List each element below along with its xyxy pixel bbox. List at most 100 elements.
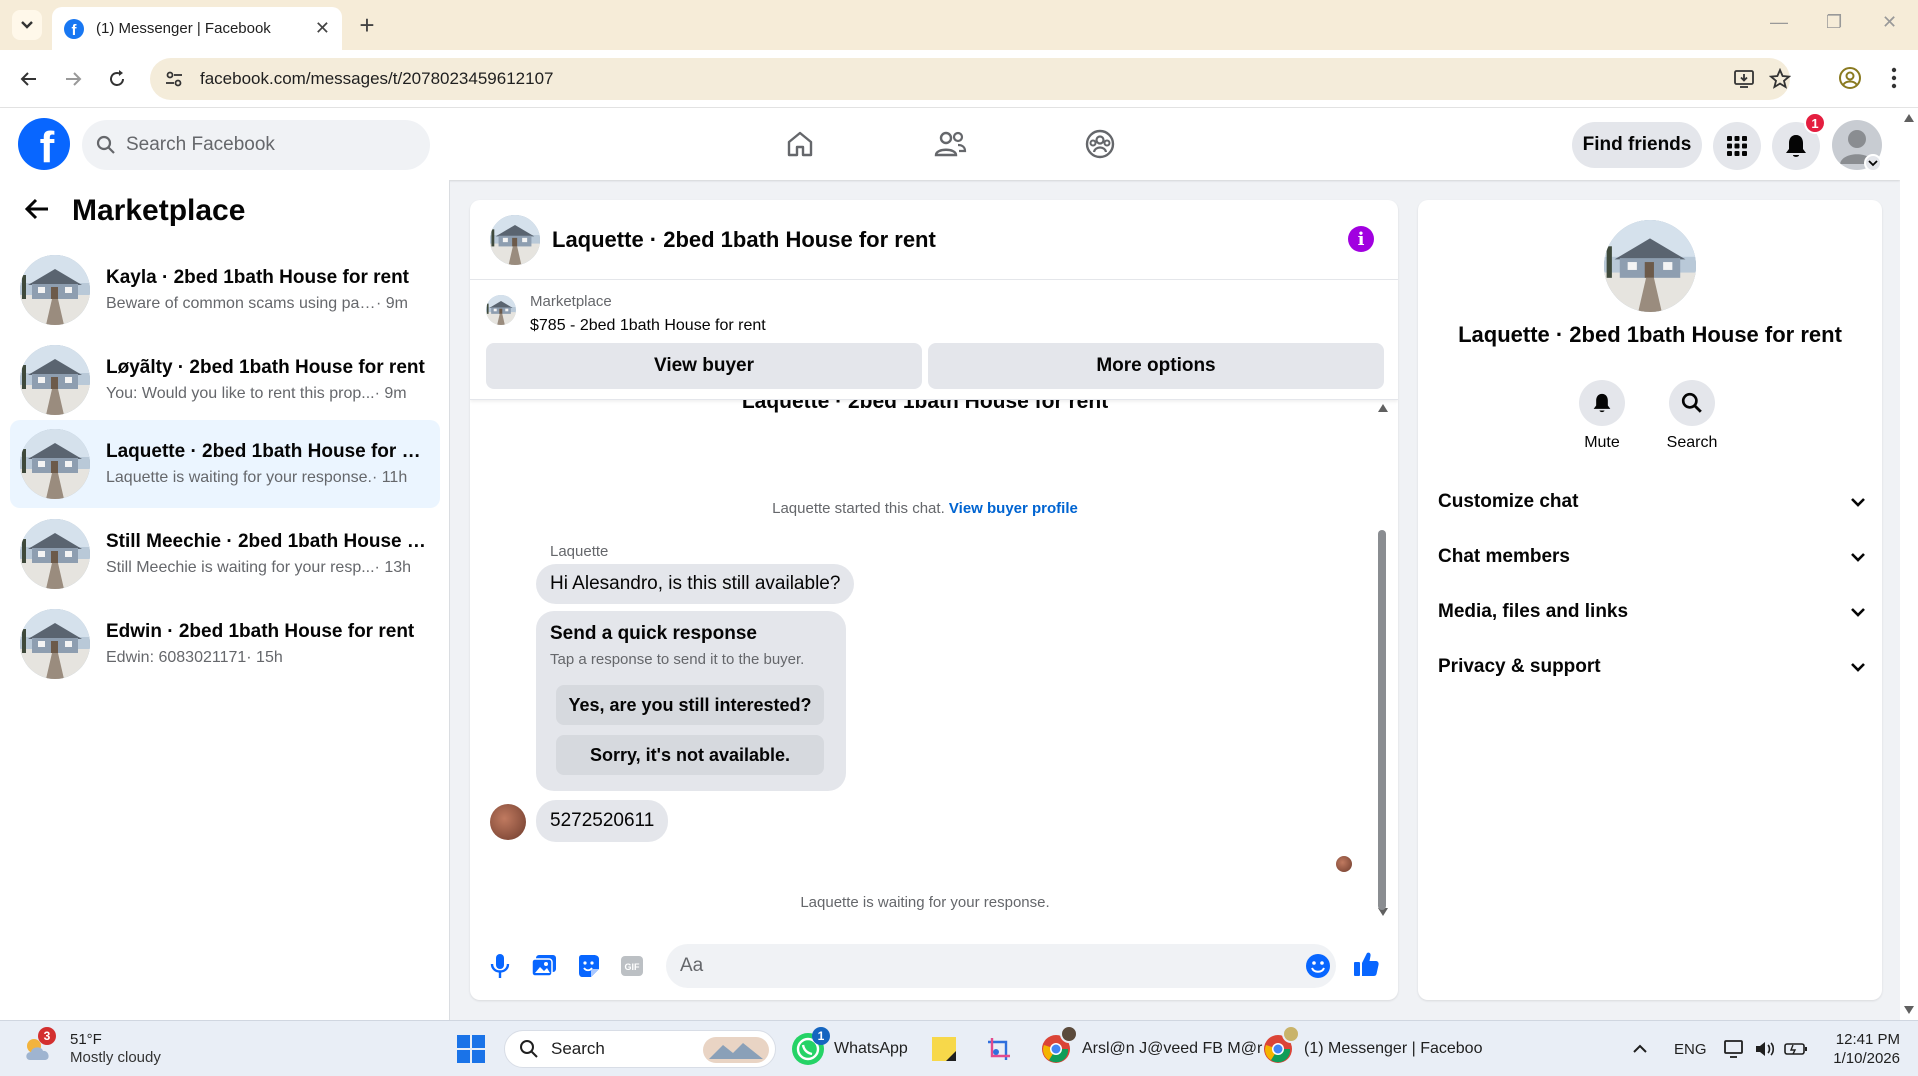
clock[interactable]: 12:41 PM 1/10/2026: [1828, 1029, 1900, 1069]
gif-icon[interactable]: GIF: [618, 952, 646, 980]
message-input[interactable]: [666, 944, 1336, 988]
taskbar-whatsapp[interactable]: 1 WhatsApp: [792, 1027, 908, 1069]
conversation-item[interactable]: Løyãlty · 2bed 1bath House for rent You:…: [10, 336, 440, 424]
chevron-down-icon: [1851, 498, 1865, 507]
search-icon: [1669, 380, 1715, 426]
facebook-search[interactable]: [82, 120, 430, 170]
taskbar-chrome-messenger[interactable]: (1) Messenger | Faceboo: [1262, 1025, 1482, 1069]
bell-icon: [1579, 380, 1625, 426]
address-bar[interactable]: facebook.com/messages/t/2078023459612107: [150, 58, 1791, 100]
thumbs-up-icon[interactable]: [1352, 950, 1380, 978]
media-files-links-row[interactable]: Media, files and links: [1438, 592, 1866, 632]
conversation-snippet: Edwin: 6083021171: [106, 649, 247, 666]
conversation-item[interactable]: Edwin · 2bed 1bath House for rent Edwin:…: [10, 600, 440, 688]
close-window-icon[interactable]: ✕: [1882, 12, 1897, 33]
browser-tab-messenger[interactable]: f (1) Messenger | Facebook ✕: [52, 7, 342, 50]
search-in-chat-action[interactable]: Search: [1652, 380, 1732, 452]
browser-menu-icon[interactable]: [1876, 60, 1912, 96]
reload-button[interactable]: [102, 64, 132, 94]
taskbar-sticky-notes[interactable]: [930, 1029, 958, 1069]
page-scrollbar[interactable]: [1900, 108, 1918, 1020]
info-icon[interactable]: i: [1348, 226, 1374, 252]
taskbar-snipping-tool[interactable]: [984, 1029, 1014, 1069]
quick-reply-sorry-button[interactable]: Sorry, it's not available.: [556, 735, 824, 775]
start-button[interactable]: [456, 1029, 486, 1069]
nav-friends-icon[interactable]: [928, 122, 972, 166]
chat-title[interactable]: Laquette · 2bed 1bath House for rent: [552, 227, 936, 253]
chevron-down-icon: [1851, 553, 1865, 562]
privacy-support-row[interactable]: Privacy & support: [1438, 647, 1866, 687]
notification-count-badge: 1: [1804, 112, 1826, 134]
install-app-icon[interactable]: [1726, 61, 1762, 97]
profile-account-icon[interactable]: [1832, 60, 1868, 96]
account-chevron-icon[interactable]: [1864, 154, 1882, 172]
message-scrollbar-thumb[interactable]: [1378, 530, 1386, 910]
conversation-item-active[interactable]: Laquette · 2bed 1bath House for rent Laq…: [10, 420, 440, 508]
conversation-item[interactable]: Still Meechie · 2bed 1bath House for ren…: [10, 510, 440, 598]
tab-close-icon[interactable]: ✕: [315, 18, 330, 39]
message-list[interactable]: Laquette · 2bed 1bath House for rent Laq…: [470, 400, 1398, 920]
taskbar-chrome-profile[interactable]: Arsl@n J@veed FB M@r: [1040, 1025, 1262, 1069]
view-buyer-profile-link[interactable]: View buyer profile: [949, 500, 1078, 517]
mute-action[interactable]: Mute: [1562, 380, 1642, 452]
marketplace-label: Marketplace: [530, 293, 612, 310]
conversation-time: · 13h: [374, 559, 412, 576]
find-friends-button[interactable]: Find friends: [1572, 122, 1702, 168]
windows-logo-icon: [457, 1035, 485, 1063]
arrow-left-icon: [20, 72, 36, 86]
site-settings-icon[interactable]: [164, 69, 184, 89]
quick-reply-yes-button[interactable]: Yes, are you still interested?: [556, 685, 824, 725]
chrome-profile-avatar: [1060, 1025, 1078, 1043]
forward-button[interactable]: [58, 64, 88, 94]
sticker-icon[interactable]: [574, 952, 602, 980]
customize-chat-row[interactable]: Customize chat: [1438, 482, 1866, 522]
back-arrow-icon[interactable]: [24, 194, 50, 228]
weather-widget[interactable]: 3 51°F Mostly cloudy: [22, 1027, 161, 1069]
facebook-logo-icon[interactable]: f: [18, 118, 70, 170]
incoming-message-bubble[interactable]: 5272520611: [536, 800, 669, 842]
taskbar-search[interactable]: Search: [504, 1030, 776, 1068]
chevron-down-icon: [1851, 608, 1865, 617]
incoming-message-bubble[interactable]: Hi Alesandro, is this still available?: [536, 564, 855, 604]
minimize-window-icon[interactable]: —: [1770, 12, 1788, 33]
conversation-name: Løyãlty · 2bed 1bath House for rent: [106, 357, 425, 378]
conversation-time: · 9m: [376, 295, 408, 312]
conversation-name: Still Meechie · 2bed 1bath House for ren…: [106, 531, 426, 552]
listing-price-title[interactable]: $785 - 2bed 1bath House for rent: [530, 317, 766, 335]
more-options-button[interactable]: More options: [928, 343, 1384, 389]
bookmark-star-icon[interactable]: [1762, 61, 1798, 97]
chevron-down-icon: [21, 21, 33, 29]
search-label: Search: [1666, 434, 1718, 451]
reload-icon: [110, 70, 124, 86]
chat-members-row[interactable]: Chat members: [1438, 537, 1866, 577]
details-listing-thumbnail[interactable]: [1604, 220, 1696, 312]
view-buyer-button[interactable]: View buyer: [486, 343, 922, 389]
nav-groups-icon[interactable]: [1078, 122, 1122, 166]
back-button[interactable]: [14, 64, 44, 94]
restore-window-icon[interactable]: ❐: [1826, 12, 1842, 33]
bell-icon: [1786, 135, 1806, 157]
chrome-profile-avatar: [1282, 1025, 1300, 1043]
search-icon: [520, 1040, 538, 1058]
whatsapp-badge: 1: [812, 1027, 830, 1045]
photo-attach-icon[interactable]: [530, 952, 558, 980]
chat-header-thumbnail[interactable]: [490, 214, 540, 265]
windows-taskbar: 3 51°F Mostly cloudy Search 1 WhatsApp A…: [0, 1020, 1918, 1076]
tab-search-dropdown[interactable]: [12, 10, 42, 40]
listing-thumbnail: [20, 255, 90, 325]
network-display-icon: [1724, 1040, 1743, 1058]
nav-home-icon[interactable]: [778, 122, 822, 166]
facebook-search-input[interactable]: [126, 134, 406, 156]
system-tray-icons[interactable]: [1724, 1029, 1808, 1069]
conversation-item[interactable]: Kayla · 2bed 1bath House for rent Beware…: [10, 246, 440, 334]
language-indicator[interactable]: ENG: [1674, 1029, 1707, 1069]
menu-grid-button[interactable]: [1713, 122, 1761, 170]
new-tab-button[interactable]: +: [352, 10, 382, 40]
show-hidden-icons[interactable]: [1632, 1029, 1648, 1069]
sender-avatar[interactable]: [490, 804, 526, 840]
chat-details-panel: Laquette · 2bed 1bath House for rent Mut…: [1418, 200, 1882, 1000]
chevron-up-icon: [1633, 1044, 1647, 1053]
microphone-icon[interactable]: [486, 952, 514, 980]
read-receipt-avatar: [1336, 856, 1352, 872]
emoji-icon[interactable]: [1304, 952, 1332, 980]
